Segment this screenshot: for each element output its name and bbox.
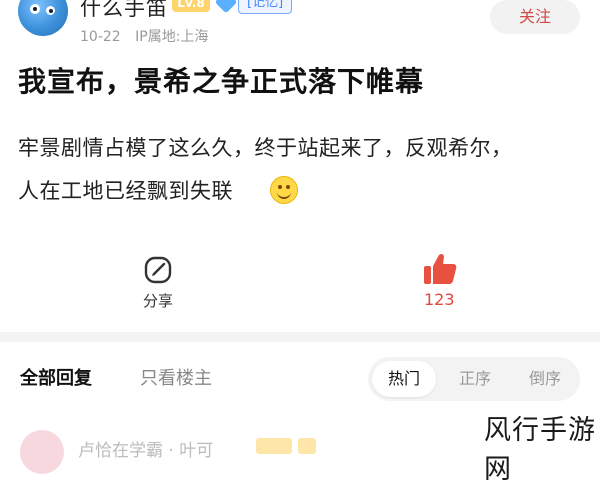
smile-emoji-icon <box>270 176 298 204</box>
tab-all-replies[interactable]: 全部回复 <box>20 364 92 390</box>
sort-desc-button[interactable]: 倒序 <box>515 361 575 397</box>
like-count: 123 <box>424 290 455 309</box>
author-avatar[interactable] <box>18 0 68 36</box>
author-username[interactable]: 什么手笛 <box>80 0 168 22</box>
post-date: 10-22 <box>80 29 121 45</box>
reply-badge <box>256 438 292 454</box>
share-icon[interactable] <box>143 255 173 285</box>
post-body-line: 牢景剧情占模了这么久，终于站起来了，反观希尔， <box>18 136 513 160</box>
reply-author-name[interactable]: 卢恰在学霸 · 叶可 <box>78 436 213 461</box>
sort-asc-button[interactable]: 正序 <box>445 361 505 397</box>
share-button[interactable]: 分享 <box>143 290 173 311</box>
user-tag: [记忆] <box>238 0 293 14</box>
gem-icon <box>214 0 238 14</box>
avatar-eye <box>30 4 40 14</box>
level-badge: Lv.8 <box>172 0 210 12</box>
reply-badge <box>298 438 316 454</box>
reply-avatar[interactable] <box>20 430 64 474</box>
ip-location: IP属地:上海 <box>135 29 209 45</box>
post-meta: 10-22 IP属地:上海 <box>80 26 218 46</box>
post-body-line: 人在工地已经飘到失联 <box>18 179 233 203</box>
avatar-eye <box>46 6 55 15</box>
sort-hot-button[interactable]: 热门 <box>372 361 436 397</box>
section-divider <box>0 332 600 342</box>
follow-button[interactable]: 关注 <box>490 0 580 34</box>
post-title: 我宣布，景希之争正式落下帷幕 <box>18 65 425 98</box>
watermark-text: 风行手游网 <box>484 415 596 485</box>
thumbs-up-icon[interactable] <box>422 252 458 286</box>
tab-op-only[interactable]: 只看楼主 <box>140 364 212 390</box>
